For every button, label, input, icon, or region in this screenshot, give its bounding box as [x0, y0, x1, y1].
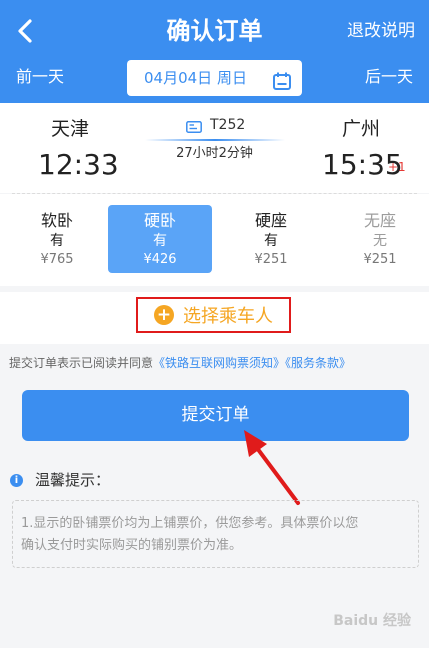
seat-availability: 有 [50, 233, 64, 249]
tips-heading: i 温馨提示： [10, 470, 110, 490]
seat-price: ¥251 [254, 252, 288, 267]
passenger-section: + 选择乘车人 [0, 292, 429, 344]
seat-availability: 有 [264, 233, 278, 249]
seat-name: 硬卧 [143, 211, 176, 230]
date-text: 04月04日 周日 [144, 69, 247, 87]
train-info-panel: 天津 12:33 T252 27小时2分钟 广州 15:35 +1 [0, 103, 429, 193]
tips-line: 1.显示的卧铺票价均为上铺票价，供您参考。具体票价以您 [21, 516, 359, 531]
plus-icon: + [154, 305, 174, 325]
seat-name: 软卧 [40, 211, 73, 230]
seat-name: 无座 [363, 211, 396, 230]
arrival-city: 广州 [342, 118, 381, 140]
choose-passenger-label: 选择乘车人 [183, 306, 273, 327]
tips-line: 确认支付时实际购买的铺别票价为准。 [21, 538, 243, 553]
seat-price: ¥765 [40, 252, 74, 267]
seat-price: ¥426 [143, 252, 177, 267]
ticket-icon [186, 119, 202, 133]
prev-day-button[interactable]: 前一天 [16, 66, 64, 88]
info-icon: i [10, 474, 23, 487]
departure-city: 天津 [51, 118, 90, 140]
seat-name: 硬座 [254, 211, 287, 230]
header-bar: 确认订单 退改说明 前一天 04月04日 周日 后一天 [0, 0, 429, 103]
service-terms-link[interactable]: 《服务条款》 [285, 356, 351, 370]
tips-title: 温馨提示： [35, 471, 111, 489]
watermark-logo: Baidu 经验 [333, 613, 411, 629]
train-number-text: T252 [210, 117, 246, 133]
seat-type-panel: 软卧 有 ¥765 硬卧 有 ¥426 硬座 有 ¥251 无座 无 ¥251 [0, 194, 429, 286]
next-day-button[interactable]: 后一天 [365, 66, 413, 88]
choose-passenger-button[interactable]: + 选择乘车人 [136, 297, 291, 333]
seat-option-standing[interactable]: 无座 无 ¥251 [328, 205, 429, 273]
railway-terms-link[interactable]: 《铁路互联网购票须知》 [153, 356, 285, 370]
seat-availability: 无 [373, 233, 387, 249]
next-day-badge: +1 [388, 160, 406, 174]
seat-price: ¥251 [363, 252, 397, 267]
calendar-icon [272, 68, 292, 90]
agreement-notice: 提交订单表示已阅读并同意《铁路互联网购票须知》《服务条款》 [9, 355, 351, 372]
train-number[interactable]: T252 [186, 115, 245, 135]
seat-availability: 有 [153, 233, 167, 249]
agreement-prefix: 提交订单表示已阅读并同意 [9, 356, 154, 370]
date-selector[interactable]: 04月04日 周日 [127, 60, 302, 96]
refund-policy-link[interactable]: 退改说明 [347, 19, 415, 43]
seat-option-soft-sleeper[interactable]: 软卧 有 ¥765 [5, 205, 109, 273]
submit-order-button[interactable]: 提交订单 [22, 390, 409, 441]
tips-box: 1.显示的卧铺票价均为上铺票价，供您参考。具体票价以您 确认支付时实际购买的铺别… [12, 500, 419, 568]
seat-option-hard-seat[interactable]: 硬座 有 ¥251 [219, 205, 323, 273]
seat-option-hard-sleeper[interactable]: 硬卧 有 ¥426 [108, 205, 212, 273]
route-line [145, 139, 285, 141]
